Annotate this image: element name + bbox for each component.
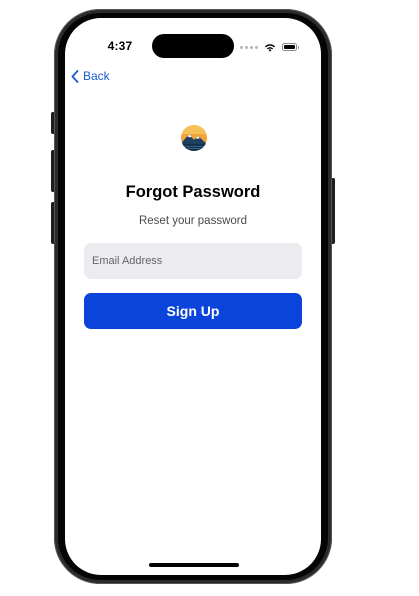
- back-label: Back: [83, 69, 110, 83]
- sign-up-button[interactable]: Sign Up: [84, 293, 302, 329]
- status-icons: [240, 41, 299, 53]
- wifi-icon: [264, 43, 276, 52]
- signal-dots-icon: [240, 45, 258, 49]
- mountain-sunset-logo: [181, 125, 207, 151]
- phone-frame: 4:37 Back Forgot Password Reset your pas…: [54, 9, 332, 584]
- status-time: 4:37: [107, 39, 133, 53]
- chevron-left-icon: [71, 69, 79, 83]
- email-field[interactable]: [84, 243, 302, 279]
- battery-icon: [282, 43, 299, 51]
- page-title: Forgot Password: [125, 183, 261, 201]
- stage: 4:37 Back Forgot Password Reset your pas…: [0, 0, 419, 596]
- back-button[interactable]: Back: [71, 69, 110, 83]
- phone-screen: 4:37 Back Forgot Password Reset your pas…: [65, 18, 321, 575]
- home-indicator[interactable]: [149, 563, 239, 567]
- dynamic-island: [152, 34, 234, 58]
- page-subtitle: Reset your password: [138, 215, 248, 227]
